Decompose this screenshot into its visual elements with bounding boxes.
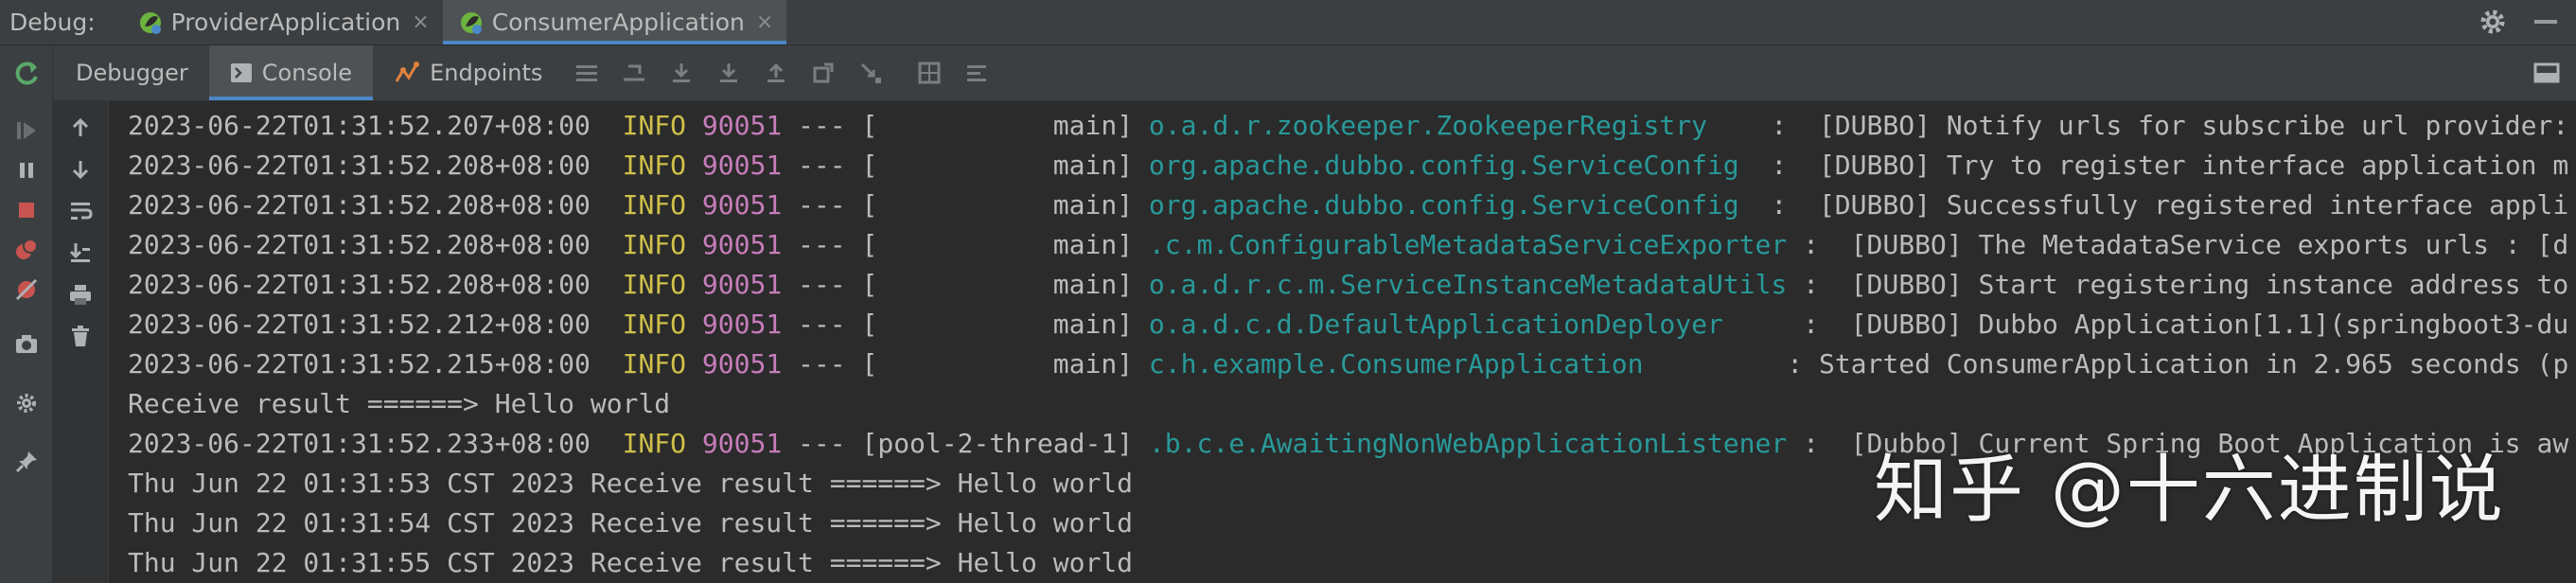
output-line: Receive result ======> Hello world	[128, 388, 671, 419]
console-side-toolbar	[53, 101, 109, 583]
endpoints-icon	[395, 62, 420, 82]
tab-label: Console	[261, 60, 353, 86]
console-icon	[230, 63, 252, 82]
layout-icon[interactable]	[2532, 59, 2561, 87]
tab-label: ConsumerApplication	[491, 9, 745, 36]
evaluate-expression-icon[interactable]	[915, 59, 944, 87]
down-arrow-icon[interactable]	[65, 154, 96, 185]
log-line: 2023-06-22T01:31:52.208+08:00 INFO 90051…	[128, 269, 2569, 300]
soft-wrap-icon[interactable]	[65, 196, 96, 226]
output-line: Thu Jun 22 01:31:54 CST 2023 Receive res…	[128, 507, 1134, 539]
resume-icon[interactable]	[11, 115, 42, 146]
step-out-icon[interactable]	[762, 59, 790, 87]
tab-console[interactable]: Console	[208, 45, 374, 100]
tab-endpoints[interactable]: Endpoints	[373, 45, 563, 100]
view-breakpoints-icon[interactable]	[11, 235, 42, 265]
tab-debugger[interactable]: Debugger	[53, 45, 209, 100]
up-arrow-icon[interactable]	[65, 113, 96, 143]
camera-icon[interactable]	[11, 329, 42, 360]
log-line: 2023-06-22T01:31:52.212+08:00 INFO 90051…	[128, 309, 2576, 340]
mute-breakpoints-icon[interactable]	[11, 274, 42, 305]
tab-provider-application[interactable]: ProviderApplication ×	[122, 0, 443, 44]
watermark: 知乎 @十六进制说	[1874, 448, 2505, 533]
stop-icon[interactable]	[11, 195, 42, 225]
gear-icon[interactable]	[2478, 7, 2508, 37]
debug-label: Debug:	[9, 9, 96, 36]
debug-titlebar: Debug: ProviderApplication × ConsumerApp…	[0, 0, 2576, 45]
spring-boot-icon	[460, 11, 482, 34]
log-line: 2023-06-22T01:31:52.215+08:00 INFO 90051…	[128, 348, 2576, 380]
show-execution-point-icon[interactable]	[620, 59, 648, 87]
run-to-cursor-icon[interactable]	[856, 59, 885, 87]
pin-icon[interactable]	[11, 447, 42, 477]
spring-boot-icon	[139, 11, 161, 34]
vertical-scrollbar[interactable]	[2570, 101, 2576, 583]
scroll-to-end-icon[interactable]	[65, 238, 96, 268]
trace-current-stream-icon[interactable]	[962, 59, 991, 87]
menu-icon[interactable]	[573, 59, 601, 87]
step-into-icon[interactable]	[715, 59, 743, 87]
settings-icon[interactable]	[11, 388, 42, 418]
drop-frame-icon[interactable]	[809, 59, 838, 87]
tab-label: Debugger	[76, 60, 188, 86]
close-icon[interactable]: ×	[412, 10, 429, 34]
log-line: 2023-06-22T01:31:52.207+08:00 INFO 90051…	[128, 110, 2576, 141]
close-icon[interactable]: ×	[756, 10, 773, 34]
tab-label: Endpoints	[430, 60, 543, 86]
tab-label: ProviderApplication	[170, 9, 401, 36]
log-line: 2023-06-22T01:31:52.208+08:00 INFO 90051…	[128, 229, 2576, 260]
log-line: 2023-06-22T01:31:52.208+08:00 INFO 90051…	[128, 150, 2576, 181]
tab-consumer-application[interactable]: ConsumerApplication ×	[442, 0, 787, 44]
step-over-icon[interactable]	[667, 59, 696, 87]
trash-icon[interactable]	[65, 321, 96, 351]
output-line: Thu Jun 22 01:31:53 CST 2023 Receive res…	[128, 468, 1134, 499]
rerun-icon[interactable]	[11, 59, 42, 89]
debug-left-toolbar	[0, 45, 53, 583]
pause-icon[interactable]	[11, 155, 42, 186]
debug-toolbar: Debugger Console Endpoints	[53, 45, 2576, 101]
print-icon[interactable]	[65, 279, 96, 309]
minimize-icon[interactable]	[2534, 20, 2557, 24]
output-line: Thu Jun 22 01:31:55 CST 2023 Receive res…	[128, 547, 1134, 578]
log-line: 2023-06-22T01:31:52.208+08:00 INFO 90051…	[128, 189, 2576, 221]
